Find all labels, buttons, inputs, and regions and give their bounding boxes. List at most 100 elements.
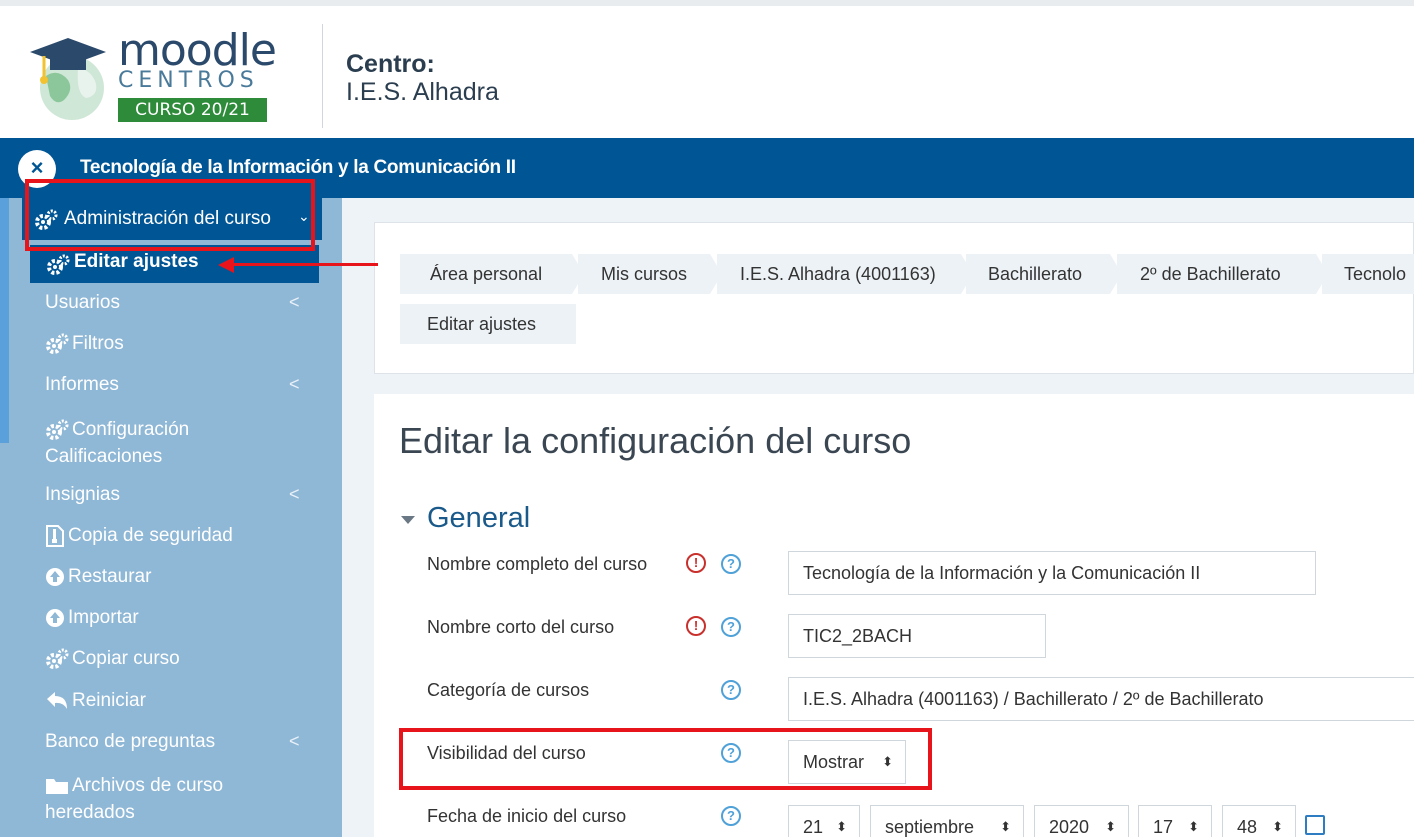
caret-down-icon[interactable] [401, 516, 415, 524]
sidebar-item-label: Reiniciar [72, 690, 146, 711]
highlight-box-visibility [399, 728, 932, 790]
sidebar-item-gradebook-setup[interactable]: Configuración Calificaciones [45, 416, 315, 470]
sidebar-item-question-bank[interactable]: Banco de preguntas < [45, 731, 315, 753]
annotation-arrow-head [218, 257, 234, 273]
startdate-day-select[interactable]: 21 ⬍ [788, 805, 860, 837]
globe-graduation-cap-icon [30, 38, 106, 120]
upload-circle-icon [46, 567, 64, 586]
gears-icon [47, 254, 70, 275]
course-title[interactable]: Tecnología de la Información y la Comuni… [80, 157, 516, 179]
breadcrumb-item-label: Tecnolo [1344, 264, 1407, 284]
highlight-box-admin [25, 179, 315, 251]
sidebar-item-reset[interactable]: Reiniciar [45, 690, 315, 712]
chevron-left-icon: < [289, 484, 300, 504]
sidebar-item-import[interactable]: Importar [45, 607, 315, 629]
help-icon[interactable]: ? [721, 554, 741, 574]
sidebar-item-label: Configuración [72, 419, 190, 440]
startdate-year-select[interactable]: 2020 ⬍ [1034, 805, 1129, 837]
sidebar-item-label: Copiar curso [72, 648, 180, 670]
chevron-left-icon: < [289, 374, 300, 394]
sidebar-item-restore[interactable]: Restaurar [45, 566, 315, 588]
help-icon[interactable]: ? [721, 806, 741, 826]
calendar-icon[interactable] [1305, 815, 1325, 835]
annotation-arrow-line [232, 263, 378, 266]
breadcrumb-item-label: Editar ajustes [427, 314, 537, 334]
sidebar-item-label: Copia de seguridad [68, 525, 233, 547]
logo-subtitle: CENTROS [118, 68, 259, 93]
breadcrumb-item-2-bachillerato[interactable]: 2º de Bachillerato [1117, 254, 1316, 294]
shortname-label: Nombre corto del curso [427, 617, 615, 637]
site-header: moodle CENTROS CURSO 20/21 Centro: I.E.S… [0, 0, 1414, 138]
sidebar-item-filters[interactable]: Filtros [45, 333, 315, 355]
startdate-day-value: 21 [803, 817, 824, 837]
sidebar-item-label: Importar [68, 607, 139, 628]
centro-name: I.E.S. Alhadra [346, 78, 499, 106]
category-select[interactable]: I.E.S. Alhadra (4001163) / Bachillerato … [788, 677, 1414, 721]
centro-label: Centro: [346, 50, 435, 78]
moodle-centros-logo[interactable]: moodle CENTROS CURSO 20/21 [26, 28, 277, 128]
breadcrumb-item-label: Área personal [430, 264, 543, 284]
category-label: Categoría de cursos [427, 680, 590, 700]
page-title: Editar la configuración del curso [399, 420, 912, 461]
required-icon[interactable]: ! [686, 553, 706, 573]
startdate-hour-select[interactable]: 17 ⬍ [1138, 805, 1212, 837]
breadcrumb-item-bachillerato[interactable]: Bachillerato [966, 254, 1110, 294]
file-archive-icon [46, 525, 64, 547]
folder-icon [46, 778, 68, 794]
startdate-minute-value: 48 [1237, 817, 1258, 837]
undo-icon [47, 691, 67, 709]
sidebar-item-users[interactable]: Usuarios < [45, 292, 315, 314]
sidebar-item-label: Usuarios [45, 292, 120, 313]
breadcrumb-item-label: Mis cursos [601, 264, 688, 284]
section-header-general[interactable]: General [427, 502, 530, 535]
sidebar-item-label-line2: heredados [45, 802, 135, 823]
sidebar-accent-bar [0, 198, 9, 443]
startdate-hour-value: 17 [1153, 817, 1174, 837]
startdate-label: Fecha de inicio del curso [427, 806, 627, 826]
startdate-month-select[interactable]: septiembre ⬍ [870, 805, 1024, 837]
sidebar-item-legacy-files[interactable]: Archivos de curso heredados [45, 772, 315, 826]
sort-arrows-icon: ⬍ [1272, 819, 1283, 834]
breadcrumb-item-label: I.E.S. Alhadra (4001163) [740, 264, 936, 284]
breadcrumb-item-my-courses[interactable]: Mis cursos [578, 254, 710, 294]
breadcrumb-item-course[interactable]: Tecnolo [1322, 254, 1414, 294]
fullname-input[interactable]: Tecnología de la Información y la Comuni… [788, 551, 1316, 595]
shortname-input[interactable]: TIC2_2BACH [788, 614, 1046, 658]
startdate-month-value: septiembre [885, 817, 975, 837]
fullname-label: Nombre completo del curso [427, 554, 648, 574]
breadcrumb-card: Área personal Mis cursos I.E.S. Alhadra … [374, 222, 1414, 374]
sidebar-item-label: Filtros [72, 333, 124, 355]
gears-icon [46, 419, 69, 440]
sidebar-item-label: Restaurar [68, 566, 152, 587]
logo-course-badge: CURSO 20/21 [118, 98, 267, 122]
sort-arrows-icon: ⬍ [1105, 819, 1116, 834]
sidebar-item-label: Insignias [45, 484, 120, 505]
sort-arrows-icon: ⬍ [836, 819, 847, 834]
required-icon[interactable]: ! [686, 616, 706, 636]
sort-arrows-icon: ⬍ [1188, 819, 1199, 834]
gears-icon [46, 333, 69, 354]
sidebar-item-label: Archivos de curso [72, 775, 224, 796]
breadcrumb-item-label: 2º de Bachillerato [1140, 264, 1281, 284]
header-divider [322, 24, 323, 128]
startdate-minute-select[interactable]: 48 ⬍ [1222, 805, 1296, 837]
sidebar-item-label-line2: Calificaciones [45, 446, 163, 467]
upload-circle-icon [46, 608, 64, 627]
sidebar-item-backup[interactable]: Copia de seguridad [45, 525, 315, 547]
sidebar-item-label: Informes [45, 374, 119, 395]
sidebar-item-label: Banco de preguntas [45, 731, 216, 752]
sidebar-item-copy-course[interactable]: Copiar curso [45, 648, 315, 670]
help-icon[interactable]: ? [721, 680, 741, 700]
gears-icon [46, 648, 69, 669]
chevron-left-icon: < [289, 292, 300, 312]
help-icon[interactable]: ? [721, 617, 741, 637]
sidebar-item-reports[interactable]: Informes < [45, 374, 315, 396]
category-select-value: I.E.S. Alhadra (4001163) / Bachillerato … [803, 689, 1264, 709]
breadcrumb-item-dashboard[interactable]: Área personal [400, 254, 572, 294]
startdate-year-value: 2020 [1049, 817, 1090, 837]
breadcrumb-item-label: Bachillerato [988, 264, 1083, 284]
breadcrumb-item-current: Editar ajustes [400, 304, 576, 344]
breadcrumb-item-school[interactable]: I.E.S. Alhadra (4001163) [717, 254, 961, 294]
course-admin-sidebar: Administración del curso ⌄ Editar ajuste… [0, 198, 342, 837]
sidebar-item-badges[interactable]: Insignias < [45, 484, 315, 506]
